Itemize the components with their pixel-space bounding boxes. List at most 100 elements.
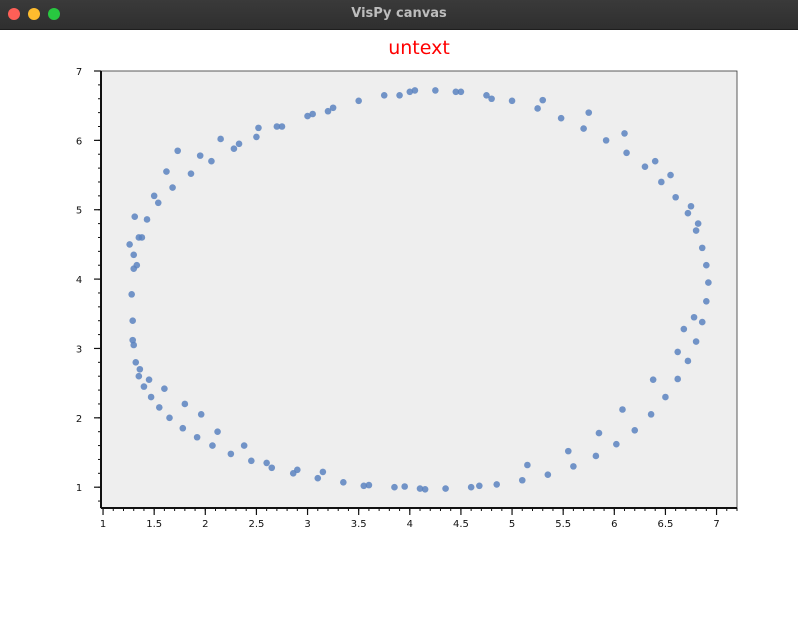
scatter-point (140, 383, 148, 390)
x-tick-label: 5 (509, 519, 515, 530)
window-titlebar[interactable]: VisPy canvas (0, 0, 798, 30)
x-tick-label: 7 (713, 519, 719, 530)
chart-title: untext (388, 37, 450, 59)
scatter-point (623, 149, 630, 157)
app-window: VisPy canvas untext 1 1.5 2 2.5 3 3.5 4 4.5 5 5.5… (0, 0, 798, 629)
y-tick-label: 2 (76, 414, 82, 425)
scatter-point (564, 447, 572, 455)
scatter-point (631, 427, 639, 434)
scatter-point (126, 241, 133, 248)
scatter-point (476, 482, 483, 490)
x-tick-label: 6 (611, 519, 617, 530)
y-tick-label: 3 (76, 344, 82, 355)
scatter-point (163, 168, 170, 175)
scatter-point (674, 348, 681, 356)
scatter-point (209, 442, 216, 449)
scatter-point (649, 376, 657, 383)
scatter-point (580, 125, 587, 132)
scatter-point (684, 209, 692, 217)
x-tick-label: 2 (202, 519, 208, 530)
scatter-point (698, 318, 706, 326)
x-tick-label: 5.5 (555, 519, 571, 530)
scatter-chart: untext 1 1.5 2 2.5 3 3.5 4 4.5 5 5.5 6 6.5 7 1 2 3 4 5 6 7 (76, 37, 738, 530)
y-tick-label: 4 (76, 275, 82, 286)
scatter-point (401, 483, 408, 490)
scatter-point (143, 216, 151, 223)
scatter-point (314, 474, 322, 482)
scatter-point (396, 91, 403, 99)
scatter-point (391, 483, 398, 491)
scatter-point (128, 291, 135, 298)
x-tick-label: 3 (304, 519, 310, 530)
scatter-point (294, 466, 301, 474)
scatter-point (319, 468, 327, 476)
scatter-point (467, 483, 475, 491)
scatter-point (534, 105, 541, 112)
scatter-point (690, 313, 698, 321)
scatter-point (380, 91, 388, 99)
scatter-point (544, 471, 552, 479)
scatter-point (340, 479, 347, 486)
scatter-point (667, 171, 674, 179)
scatter-point (692, 338, 700, 345)
scatter-point (129, 336, 136, 344)
scatter-point (145, 376, 153, 383)
scatter-point (703, 297, 710, 305)
scatter-point (273, 123, 281, 130)
y-tick-label: 1 (76, 483, 82, 494)
scatter-point (360, 482, 368, 490)
scatter-point (155, 404, 163, 411)
y-tick-label: 7 (76, 67, 82, 78)
scatter-point (309, 110, 316, 118)
scatter-point (703, 261, 710, 269)
x-tick-label: 2.5 (248, 519, 264, 530)
scatter-point (187, 170, 195, 177)
scatter-point (131, 213, 139, 220)
scatter-point (179, 424, 187, 432)
scatter-point (602, 137, 610, 144)
scatter-point (154, 199, 162, 207)
scatter-point (217, 135, 224, 143)
scatter-point (135, 372, 143, 380)
scatter-point (147, 393, 155, 401)
scatter-point (196, 152, 204, 159)
scatter-point (687, 202, 695, 210)
scatter-point (421, 485, 429, 493)
x-tick-label: 1.5 (146, 519, 162, 530)
scatter-point (651, 157, 659, 165)
scatter-point (452, 88, 460, 96)
x-axis-ticks: 1 1.5 2 2.5 3 3.5 4 4.5 5 5.5 6 6.5 7 (100, 508, 738, 530)
scatter-point (705, 279, 712, 286)
x-tick-label: 4 (407, 519, 413, 530)
scatter-point (595, 429, 603, 437)
scatter-point (197, 411, 205, 418)
scatter-point (539, 96, 547, 104)
scatter-point (268, 464, 276, 472)
scatter-point (493, 481, 501, 488)
x-tick-label: 3.5 (351, 519, 367, 530)
scatter-point (227, 450, 235, 458)
scatter-point (161, 385, 168, 392)
window-title: VisPy canvas (351, 6, 447, 21)
scatter-point (138, 234, 146, 241)
scatter-point (150, 192, 158, 200)
scatter-point (647, 411, 655, 418)
scatter-point (166, 414, 173, 422)
scatter-point (193, 433, 201, 441)
scatter-point (255, 124, 262, 132)
scatter-point (132, 359, 140, 366)
scatter-point (240, 442, 248, 449)
x-tick-label: 4.5 (453, 519, 469, 530)
scatter-point (263, 459, 270, 467)
scatter-point (129, 317, 136, 325)
scatter-point (214, 428, 221, 435)
scatter-point (613, 440, 620, 448)
scatter-point (518, 476, 526, 484)
scatter-point (698, 244, 706, 252)
scatter-point (130, 251, 138, 259)
scatter-point (641, 163, 649, 171)
scatter-point (230, 145, 238, 152)
scatter-point (557, 114, 565, 122)
scatter-point (684, 357, 692, 365)
scatter-point (672, 193, 679, 201)
